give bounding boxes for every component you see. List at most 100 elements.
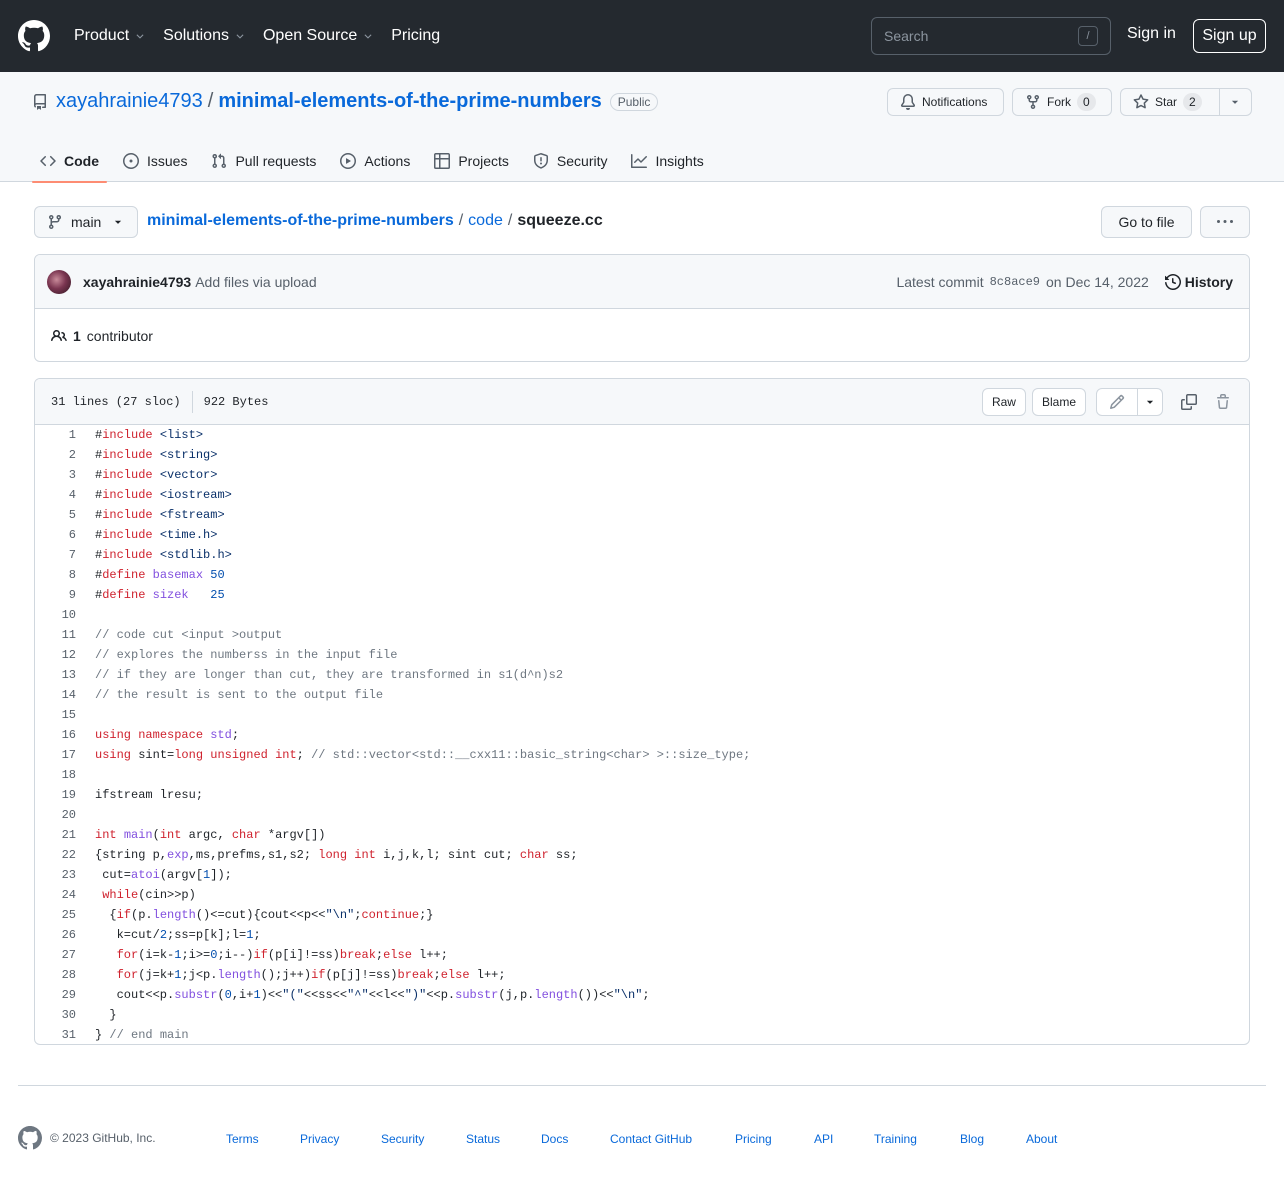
star-count: 2 (1183, 93, 1202, 111)
delete-button[interactable] (1209, 388, 1237, 416)
line-number[interactable]: 24 (35, 888, 76, 902)
repo-title-separator: / (207, 90, 214, 112)
breadcrumb-current-file: squeeze.cc (517, 212, 603, 229)
footer-link-about[interactable]: About (1026, 1132, 1057, 1146)
chevron-down-icon (364, 34, 372, 39)
nav-pricing[interactable]: Pricing (391, 27, 440, 45)
tab-code[interactable]: Code (32, 140, 107, 183)
line-number[interactable]: 29 (35, 988, 76, 1002)
star-button[interactable]: Star 2 (1120, 88, 1220, 116)
line-number[interactable]: 21 (35, 828, 76, 842)
repo-name-link[interactable]: minimal-elements-of-the-prime-numbers (218, 90, 601, 113)
footer-link-pricing[interactable]: Pricing (735, 1132, 772, 1146)
history-link[interactable]: History (1164, 274, 1233, 290)
tab-label: Pull requests (235, 153, 317, 169)
line-number[interactable]: 20 (35, 808, 76, 822)
line-number[interactable]: 13 (35, 668, 76, 682)
line-number[interactable]: 27 (35, 948, 76, 962)
blame-button[interactable]: Blame (1031, 388, 1086, 416)
line-number[interactable]: 3 (35, 468, 76, 482)
github-mark-icon[interactable] (18, 1126, 42, 1150)
line-number[interactable]: 2 (35, 448, 76, 462)
line-number[interactable]: 18 (35, 768, 76, 782)
line-content: for(i=k-1;i>=0;i--)if(p[i]!=ss)break;els… (116, 948, 448, 962)
line-number[interactable]: 23 (35, 868, 76, 882)
commit-sha-link[interactable]: 8c8ace9 (990, 275, 1040, 289)
footer-link-blog[interactable]: Blog (960, 1132, 984, 1146)
fork-button[interactable]: Fork 0 (1012, 88, 1112, 116)
copy-button[interactable] (1175, 388, 1203, 416)
line-number[interactable]: 10 (35, 608, 76, 622)
breadcrumb-dir-link[interactable]: code (468, 212, 503, 230)
line-number[interactable]: 4 (35, 488, 76, 502)
line-number[interactable]: 7 (35, 548, 76, 562)
go-to-file-button[interactable]: Go to file (1101, 206, 1192, 238)
line-number[interactable]: 31 (35, 1028, 76, 1042)
raw-button[interactable]: Raw (981, 388, 1026, 416)
star-label: Star (1155, 95, 1178, 109)
line-number[interactable]: 19 (35, 788, 76, 802)
line-number[interactable]: 25 (35, 908, 76, 922)
footer-link-privacy[interactable]: Privacy (300, 1132, 339, 1146)
play-icon (340, 153, 357, 169)
nav-open-source[interactable]: Open Source (263, 27, 373, 45)
edit-dropdown-button[interactable] (1138, 388, 1163, 416)
file-actions: Raw Blame (981, 388, 1237, 416)
footer-link-docs[interactable]: Docs (541, 1132, 568, 1146)
line-number[interactable]: 22 (35, 848, 76, 862)
footer-link-api[interactable]: API (814, 1132, 833, 1146)
tab-actions[interactable]: Actions (332, 140, 418, 182)
github-logo-icon[interactable] (18, 20, 50, 52)
line-content: using namespace std; (95, 728, 240, 742)
line-number[interactable]: 1 (35, 428, 76, 442)
notifications-button[interactable]: Notifications (887, 88, 1004, 116)
line-number[interactable]: 28 (35, 968, 76, 982)
repo-owner-link[interactable]: xayahrainie4793 (56, 90, 203, 113)
footer-link-status[interactable]: Status (466, 1132, 500, 1146)
breadcrumb-repo-link[interactable]: minimal-elements-of-the-prime-numbers (147, 212, 454, 230)
branch-select-button[interactable]: main (34, 206, 138, 238)
footer-link-terms[interactable]: Terms (226, 1132, 259, 1146)
edit-button[interactable] (1096, 388, 1138, 416)
avatar[interactable] (47, 269, 71, 294)
nav-product[interactable]: Product (74, 27, 145, 45)
line-number[interactable]: 26 (35, 928, 76, 942)
footer-link-contact-github[interactable]: Contact GitHub (610, 1132, 692, 1146)
sign-up-button[interactable]: Sign up (1193, 19, 1266, 53)
tab-projects[interactable]: Projects (426, 140, 517, 182)
tab-security[interactable]: Security (525, 140, 616, 182)
tab-insights[interactable]: Insights (623, 140, 711, 182)
latest-commit-label: Latest commit (896, 274, 984, 290)
sign-in-link[interactable]: Sign in (1127, 25, 1176, 43)
nav-solutions[interactable]: Solutions (163, 27, 245, 45)
star-dropdown-button[interactable] (1220, 88, 1252, 116)
code-line: 4 #include <iostream> (35, 485, 1249, 505)
header-divider (191, 390, 193, 413)
line-number[interactable]: 8 (35, 568, 76, 582)
line-number[interactable]: 11 (35, 628, 76, 642)
search-box[interactable]: / (871, 17, 1111, 55)
commit-message-link[interactable]: Add files via upload (195, 274, 316, 290)
line-number[interactable]: 9 (35, 588, 76, 602)
line-number[interactable]: 15 (35, 708, 76, 722)
line-number[interactable]: 30 (35, 1008, 76, 1022)
footer-link-training[interactable]: Training (874, 1132, 917, 1146)
code-line: 26 k=cut/2;ss=p[k];l=1; (35, 925, 1249, 945)
line-number[interactable]: 16 (35, 728, 76, 742)
contributors-count[interactable]: 1 (73, 328, 81, 344)
more-options-button[interactable] (1200, 206, 1250, 238)
footer-link-security[interactable]: Security (381, 1132, 424, 1146)
contributors-label[interactable]: contributor (87, 328, 153, 344)
commit-author-link[interactable]: xayahrainie4793 (83, 274, 191, 290)
line-number[interactable]: 12 (35, 648, 76, 662)
trash-icon (1217, 394, 1229, 409)
search-input[interactable] (884, 28, 1078, 44)
edit-group (1096, 388, 1163, 416)
tab-issues[interactable]: Issues (115, 140, 195, 182)
line-number[interactable]: 17 (35, 748, 76, 762)
line-number[interactable]: 5 (35, 508, 76, 522)
line-number[interactable]: 6 (35, 528, 76, 542)
tab-pull-requests[interactable]: Pull requests (203, 140, 324, 182)
line-number[interactable]: 14 (35, 688, 76, 702)
chevron-down-icon (136, 34, 144, 39)
